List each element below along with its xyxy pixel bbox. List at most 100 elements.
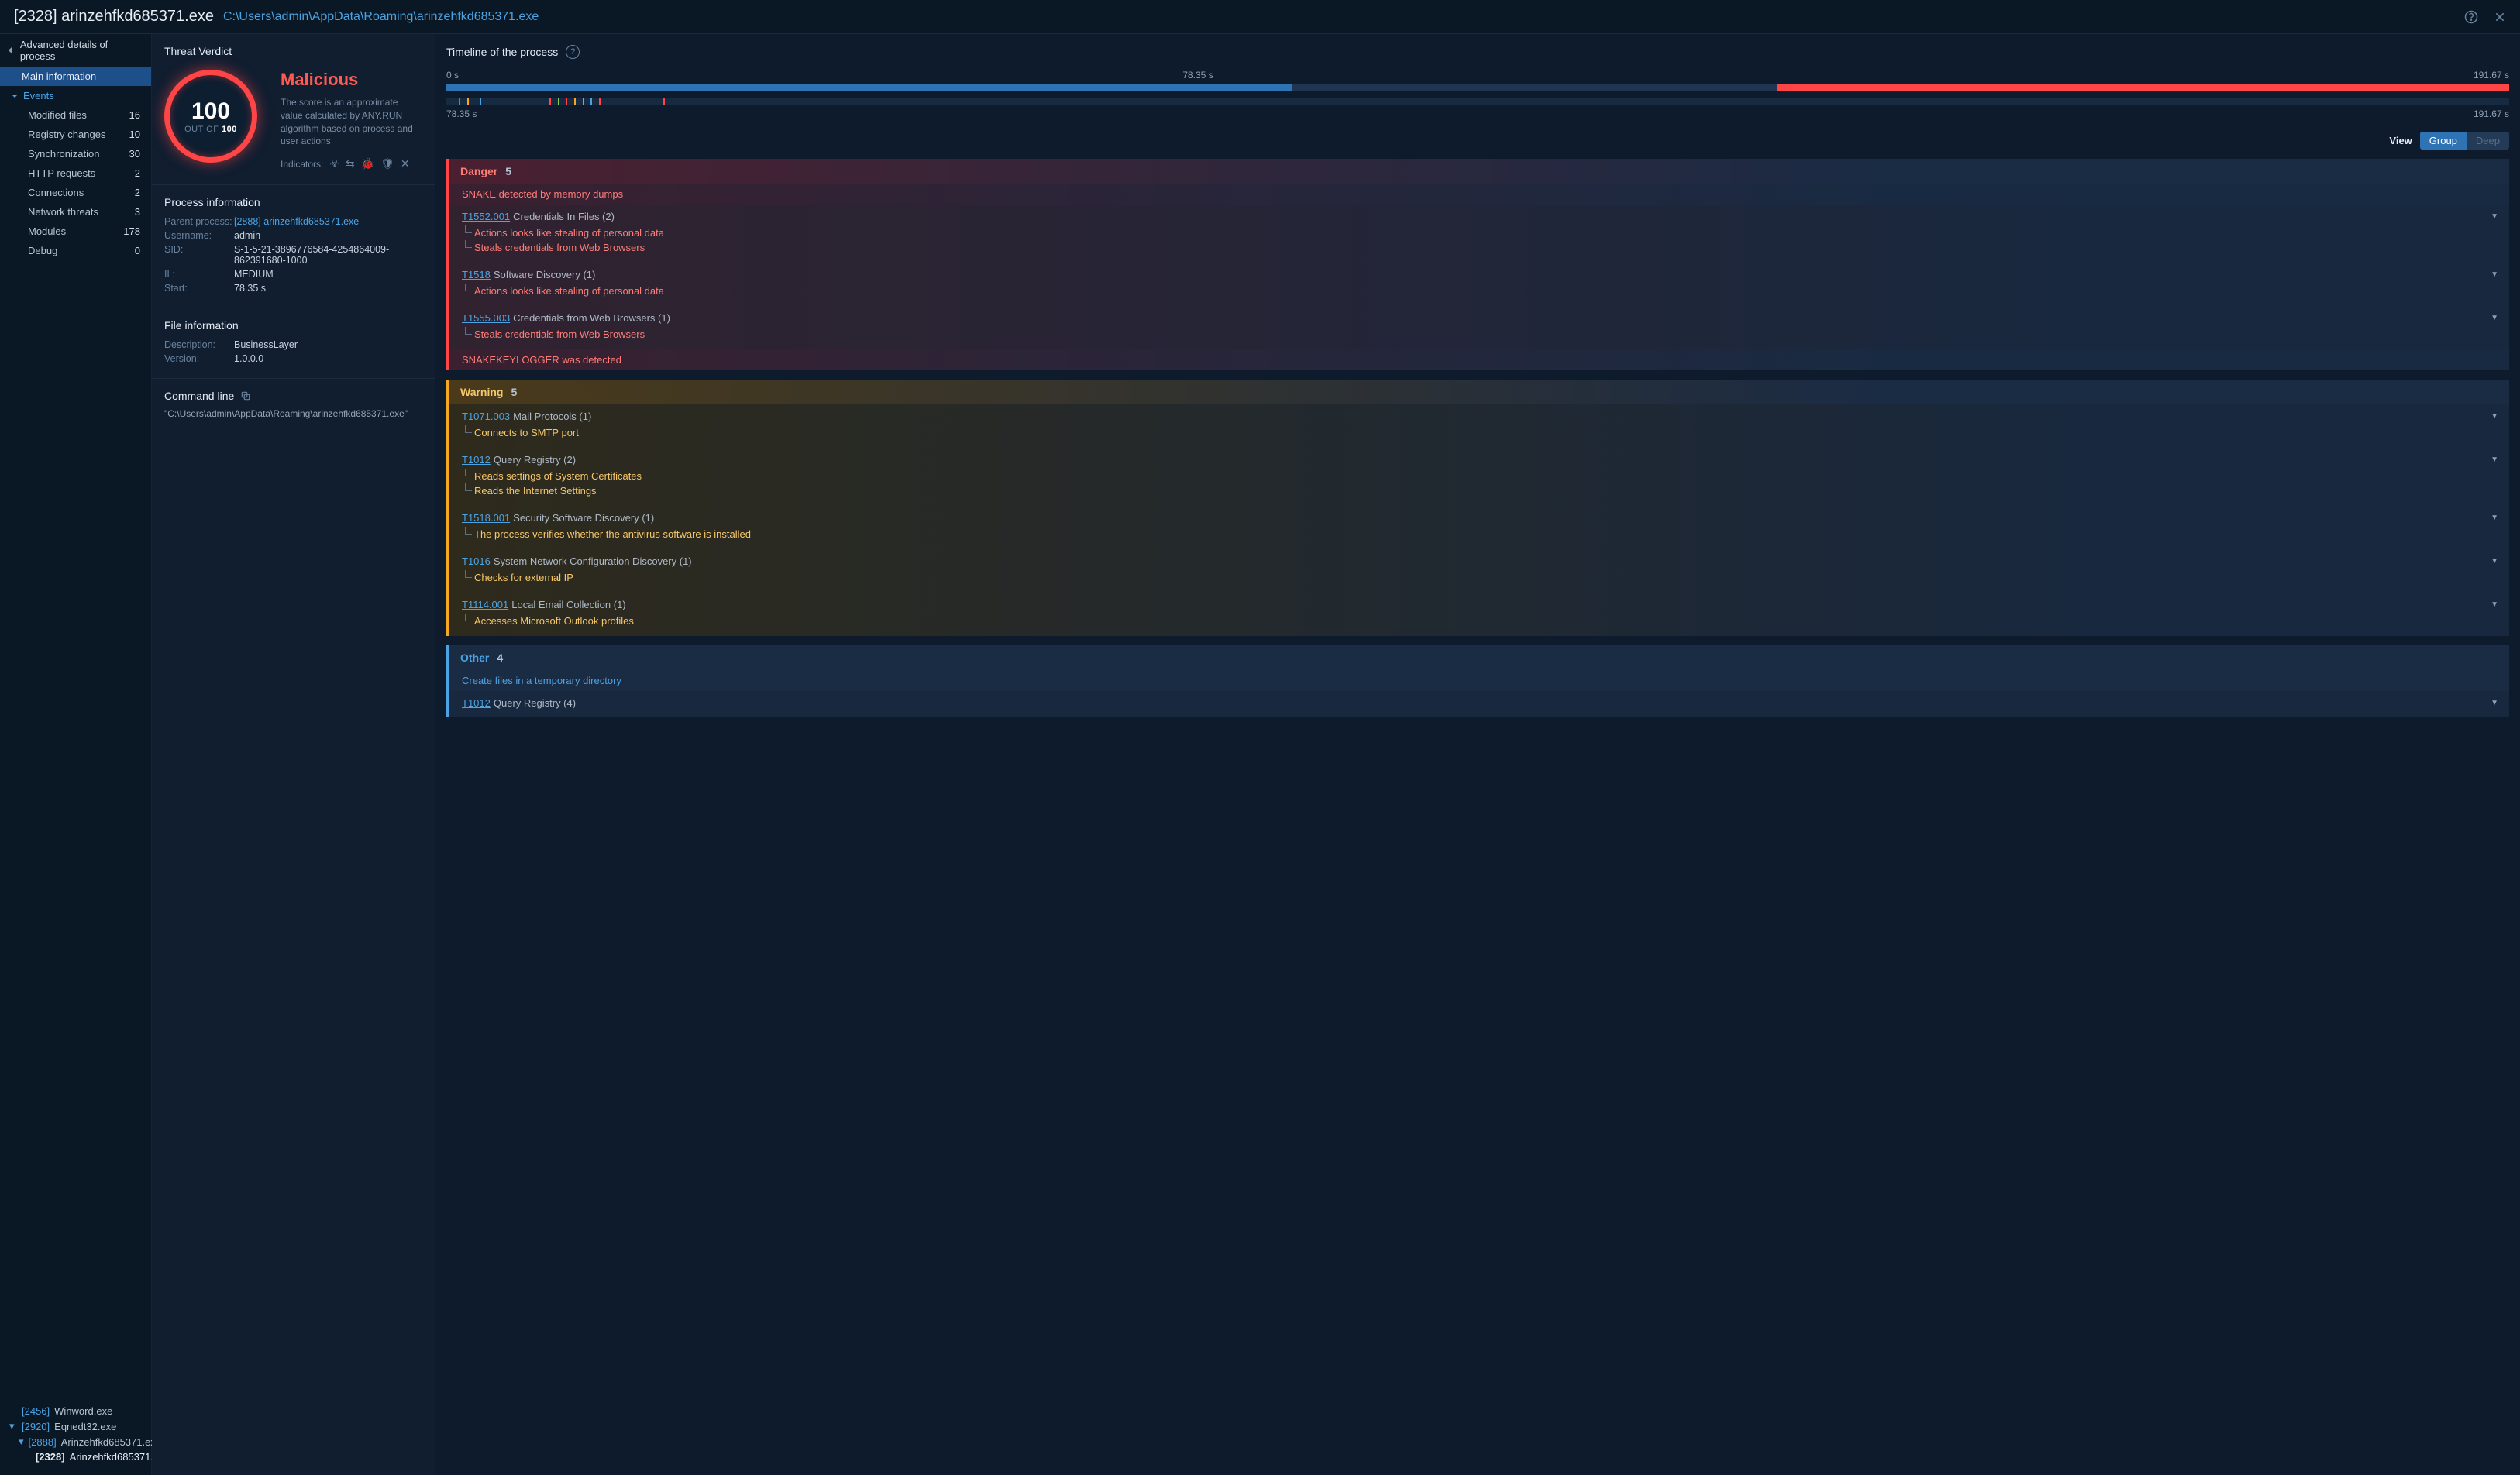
- category-header-other[interactable]: Other 4: [446, 645, 2509, 670]
- tree-process-2456[interactable]: [2456] Winword.exe: [8, 1404, 148, 1418]
- timeline-bar-detail[interactable]: [446, 98, 2509, 105]
- transfer-icon: ⇆: [346, 157, 355, 170]
- chevron-down-icon[interactable]: ▼: [2491, 557, 2498, 566]
- nav-events[interactable]: Events: [0, 86, 151, 105]
- chevron-down-icon[interactable]: ▼: [2491, 514, 2498, 522]
- file-description: BusinessLayer: [234, 339, 422, 350]
- nav-synchronization[interactable]: Synchronization30: [0, 144, 151, 163]
- technique-T1012[interactable]: T1012 Query Registry (4)▼: [446, 691, 2509, 717]
- tree-process-2920[interactable]: ▾[2920] Eqnedt32.exe: [8, 1418, 148, 1434]
- event-banner[interactable]: Create files in a temporary directory: [446, 670, 2509, 691]
- nav-modified-files[interactable]: Modified files16: [0, 105, 151, 125]
- sid-value: S-1-5-21-3896776584-4254864009-862391680…: [234, 244, 422, 266]
- nav-debug[interactable]: Debug0: [0, 241, 151, 260]
- technique-id-link[interactable]: T1552.001: [462, 211, 510, 222]
- technique-detail: Steals credentials from Web Browsers: [462, 240, 2498, 255]
- timeline-pane: Timeline of the process ? 0 s 78.35 s 19…: [435, 34, 2520, 1475]
- chevron-down-icon[interactable]: ▼: [2491, 456, 2498, 464]
- technique-T1016[interactable]: T1016 System Network Configuration Disco…: [446, 549, 2509, 593]
- username-value: admin: [234, 230, 422, 241]
- score-ring: 100 OUT OF 100: [164, 70, 257, 163]
- event-banner[interactable]: SNAKEKEYLOGGER was detected: [446, 349, 2509, 370]
- process-info-section: Process information Parent process: [288…: [152, 185, 435, 308]
- process-title-path[interactable]: C:\Users\admin\AppData\Roaming\arinzehfk…: [223, 10, 539, 24]
- nav-http-requests[interactable]: HTTP requests2: [0, 163, 151, 183]
- view-group-button[interactable]: Group: [2420, 132, 2467, 150]
- technique-id-link[interactable]: T1114.001: [462, 599, 508, 610]
- chevron-down-icon[interactable]: ▼: [2491, 270, 2498, 279]
- process-title-pid: [2328] arinzehfkd685371.exe: [14, 8, 214, 26]
- chevron-down-icon[interactable]: ▼: [2491, 212, 2498, 221]
- nav-connections[interactable]: Connections2: [0, 183, 151, 202]
- detail-pane: Threat Verdict 100 OUT OF 100 Malicious …: [152, 34, 435, 1475]
- technique-detail: Reads the Internet Settings: [462, 483, 2498, 498]
- il-value: MEDIUM: [234, 269, 422, 280]
- copy-icon[interactable]: [240, 390, 251, 401]
- section-title: Command line: [164, 390, 234, 402]
- technique-id-link[interactable]: T1518.001: [462, 512, 510, 524]
- technique-detail: Reads settings of System Certificates: [462, 469, 2498, 483]
- technique-detail: Actions looks like stealing of personal …: [462, 284, 2498, 298]
- parent-process[interactable]: [2888] arinzehfkd685371.exe: [234, 216, 422, 227]
- chevron-down-icon[interactable]: ▼: [2491, 600, 2498, 609]
- command-line-value: "C:\Users\admin\AppData\Roaming\arinzehf…: [164, 408, 422, 419]
- technique-detail: The process verifies whether the antivir…: [462, 527, 2498, 542]
- shield-icon: 🛡: [380, 157, 394, 170]
- process-tree: [2456] Winword.exe▾[2920] Eqnedt32.exe▾[…: [0, 1398, 151, 1475]
- chevron-down-icon: ▾: [9, 1420, 17, 1432]
- sidebar-title[interactable]: Advanced details of process: [0, 34, 151, 67]
- score-value: 100: [191, 98, 230, 125]
- technique-T1071.003[interactable]: T1071.003 Mail Protocols (1)▼Connects to…: [446, 404, 2509, 448]
- help-icon[interactable]: [2464, 10, 2478, 24]
- section-title: File information: [164, 319, 422, 332]
- technique-T1518.001[interactable]: T1518.001 Security Software Discovery (1…: [446, 506, 2509, 549]
- technique-detail: Accesses Microsoft Outlook profiles: [462, 614, 2498, 628]
- technique-id-link[interactable]: T1016: [462, 555, 491, 567]
- view-label: View: [2389, 135, 2412, 146]
- start-value: 78.35 s: [234, 283, 422, 294]
- chevron-down-icon[interactable]: ▼: [2491, 314, 2498, 322]
- header: [2328] arinzehfkd685371.exe C:\Users\adm…: [0, 0, 2520, 34]
- technique-id-link[interactable]: T1012: [462, 697, 491, 709]
- verdict-description: The score is an approximate value calcul…: [281, 96, 422, 148]
- indicators-label: Indicators:: [281, 159, 323, 170]
- tree-process-2328[interactable]: [2328] Arinzehfkd685371.exe: [8, 1449, 148, 1464]
- timeline-bar-overview[interactable]: [446, 84, 2509, 91]
- command-line-section: Command line "C:\Users\admin\AppData\Roa…: [152, 379, 435, 433]
- nav-modules[interactable]: Modules178: [0, 222, 151, 241]
- close-icon[interactable]: [2494, 10, 2506, 24]
- technique-id-link[interactable]: T1555.003: [462, 312, 510, 324]
- chevron-down-icon: ▾: [19, 1435, 24, 1448]
- view-mode-toggle: Group Deep: [2420, 132, 2509, 150]
- technique-id-link[interactable]: T1518: [462, 269, 491, 280]
- tree-process-2888[interactable]: ▾[2888] Arinzehfkd685371.exe: [8, 1434, 148, 1449]
- chevron-down-icon[interactable]: ▼: [2491, 699, 2498, 707]
- tools-icon: ✕: [401, 157, 410, 170]
- nav-network-threats[interactable]: Network threats3: [0, 202, 151, 222]
- technique-T1518[interactable]: T1518 Software Discovery (1)▼Actions loo…: [446, 263, 2509, 306]
- chevron-down-icon: [11, 92, 19, 100]
- technique-T1552.001[interactable]: T1552.001 Credentials In Files (2)▼Actio…: [446, 205, 2509, 263]
- nav-main-information[interactable]: Main information: [0, 67, 151, 86]
- category-header-danger[interactable]: Danger 5: [446, 159, 2509, 184]
- event-banner[interactable]: SNAKE detected by memory dumps: [446, 184, 2509, 205]
- threat-verdict-section: Threat Verdict 100 OUT OF 100 Malicious …: [152, 34, 435, 185]
- technique-id-link[interactable]: T1012: [462, 454, 491, 466]
- verdict-label: Malicious: [281, 70, 422, 90]
- technique-detail: Steals credentials from Web Browsers: [462, 327, 2498, 342]
- technique-detail: Connects to SMTP port: [462, 425, 2498, 440]
- chevron-left-icon: [8, 46, 14, 55]
- section-title: Threat Verdict: [164, 45, 422, 57]
- technique-id-link[interactable]: T1071.003: [462, 411, 510, 422]
- category-header-warning[interactable]: Warning 5: [446, 380, 2509, 404]
- technique-T1012[interactable]: T1012 Query Registry (2)▼Reads settings …: [446, 448, 2509, 506]
- view-deep-button[interactable]: Deep: [2467, 132, 2509, 150]
- file-version: 1.0.0.0: [234, 353, 422, 364]
- technique-T1555.003[interactable]: T1555.003 Credentials from Web Browsers …: [446, 306, 2509, 349]
- sidebar: Advanced details of process Main informa…: [0, 34, 152, 1475]
- section-title: Process information: [164, 196, 422, 208]
- technique-T1114.001[interactable]: T1114.001 Local Email Collection (1)▼Acc…: [446, 593, 2509, 636]
- chevron-down-icon[interactable]: ▼: [2491, 412, 2498, 421]
- help-icon[interactable]: ?: [566, 45, 580, 59]
- nav-registry-changes[interactable]: Registry changes10: [0, 125, 151, 144]
